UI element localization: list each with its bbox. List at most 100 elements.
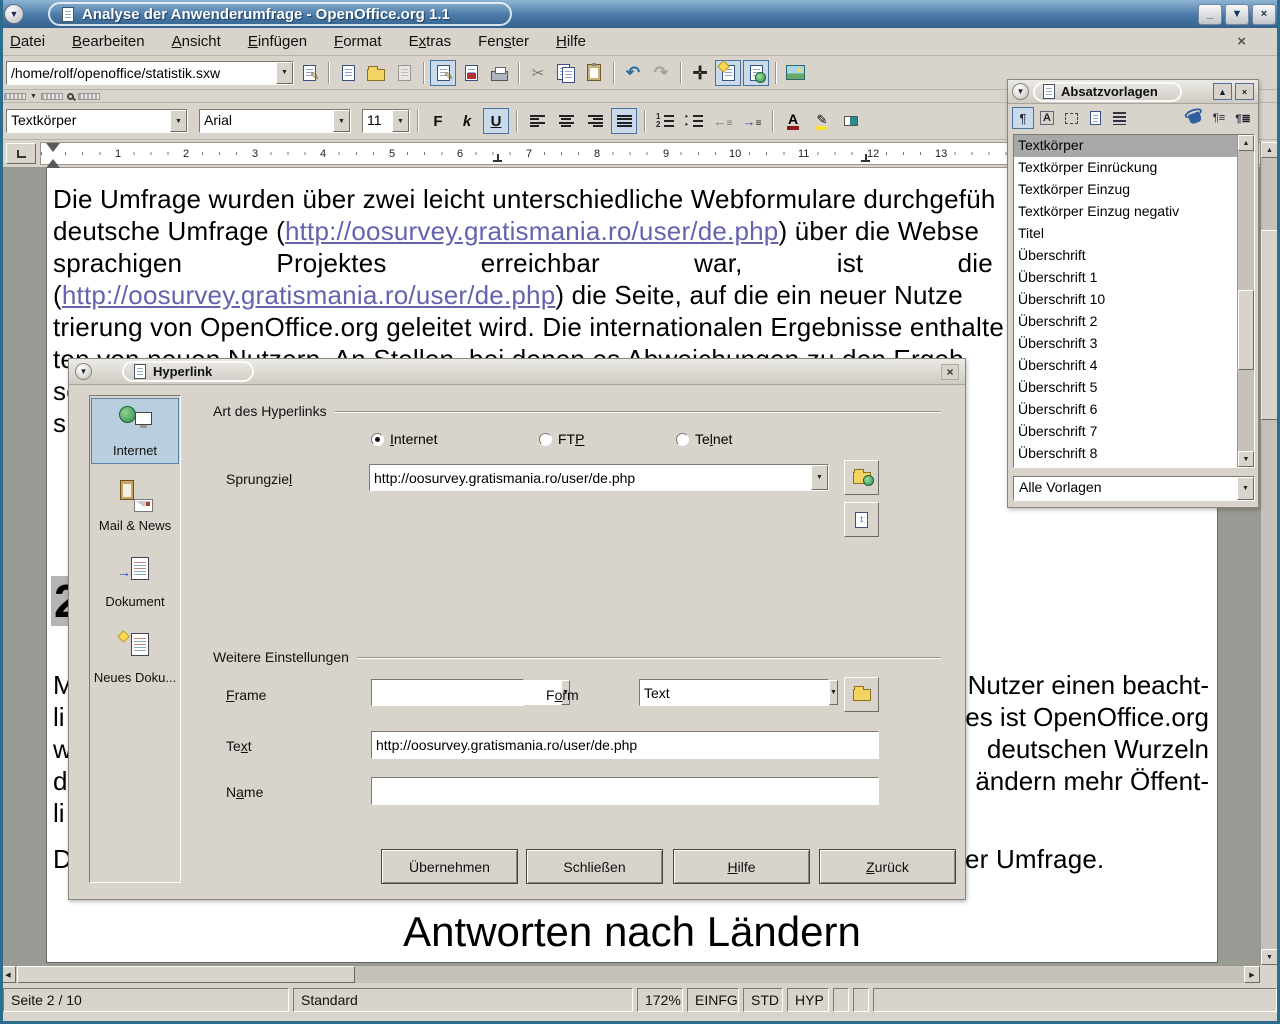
style-item[interactable]: Überschrift 2	[1014, 311, 1254, 333]
back-button[interactable]: Zurück	[819, 849, 956, 884]
scroll-up-button[interactable]: ▲	[1261, 142, 1278, 158]
style-item[interactable]: Überschrift 3	[1014, 333, 1254, 355]
copy-button[interactable]	[553, 60, 579, 86]
frame-styles-button[interactable]	[1060, 107, 1082, 129]
italic-button[interactable]: k	[454, 108, 480, 134]
name-input[interactable]	[372, 778, 878, 804]
underline-button[interactable]: U	[483, 108, 509, 134]
style-item[interactable]: Überschrift 1	[1014, 267, 1254, 289]
horizontal-scroll-thumb[interactable]	[17, 966, 355, 983]
menu-ansicht[interactable]: Ansicht	[172, 33, 221, 50]
menu-datei[interactable]: Datei	[10, 33, 45, 50]
update-style-button[interactable]: ¶≣	[1232, 107, 1254, 129]
stylist-button[interactable]	[743, 60, 769, 86]
scroll-left-button[interactable]: ◀	[0, 966, 16, 983]
highlight-button[interactable]: ✎	[809, 108, 835, 134]
paragraph-style-combo[interactable]: Textkörper	[6, 109, 188, 133]
dialog-close-button[interactable]: ×	[941, 364, 959, 380]
zoom-icon[interactable]	[67, 93, 74, 100]
scroll-thumb[interactable]	[1238, 290, 1254, 370]
print-button[interactable]	[486, 60, 512, 86]
style-item[interactable]: Überschrift 8	[1014, 443, 1254, 465]
numbered-list-button[interactable]: 12	[652, 108, 678, 134]
justify-button[interactable]	[611, 108, 637, 134]
status-selection-mode[interactable]: STD	[743, 988, 783, 1012]
toolbar-grip[interactable]	[4, 93, 26, 100]
menu-extras[interactable]: Extras	[409, 33, 452, 50]
gallery-button[interactable]	[782, 60, 808, 86]
text-input[interactable]	[372, 732, 878, 758]
stylist-menu-button[interactable]: ▼	[1012, 83, 1029, 100]
menu-fenster[interactable]: Fenster	[478, 33, 529, 50]
paste-button[interactable]	[581, 60, 607, 86]
radio-ftp[interactable]: FTP	[539, 431, 584, 447]
url-input[interactable]	[7, 62, 276, 84]
dialog-menu-button[interactable]: ▼	[75, 363, 92, 380]
style-item[interactable]: Überschrift 7	[1014, 421, 1254, 443]
style-dropdown-arrow[interactable]	[170, 110, 187, 132]
status-hyperlink-mode[interactable]: HYP	[787, 988, 829, 1012]
font-color-button[interactable]: A	[780, 108, 806, 134]
vertical-scroll-thumb[interactable]	[1261, 230, 1278, 420]
sidebar-item-mail-news[interactable]: Mail & News	[91, 474, 179, 538]
style-item[interactable]: Textkörper	[1014, 135, 1254, 157]
horizontal-scrollbar[interactable]: ◀ ▶	[0, 965, 1260, 983]
status-page-style[interactable]: Standard	[293, 988, 633, 1012]
menu-hilfe[interactable]: Hilfe	[556, 33, 586, 50]
status-page[interactable]: Seite 2 / 10	[3, 988, 289, 1012]
hyperlink-dialog-button[interactable]	[715, 60, 741, 86]
new-document-button[interactable]	[335, 60, 361, 86]
align-center-button[interactable]	[553, 108, 579, 134]
menu-einfuegen[interactable]: Einfügen	[248, 33, 307, 50]
sidebar-item-internet[interactable]: Internet	[91, 398, 179, 464]
bold-button[interactable]: F	[425, 108, 451, 134]
style-list-scrollbar[interactable]: ▲ ▼	[1237, 135, 1254, 467]
scroll-down-button[interactable]: ▼	[1261, 949, 1278, 965]
sidebar-item-dokument[interactable]: → Dokument	[91, 550, 179, 614]
fill-format-button[interactable]	[1184, 107, 1206, 129]
stylist-titlebar[interactable]: ▼ Absatzvorlagen ▲ ×	[1008, 80, 1258, 104]
close-button[interactable]: ×	[1252, 4, 1276, 25]
frame-input[interactable]	[372, 680, 561, 705]
form-input[interactable]	[640, 680, 829, 705]
edit-url-button[interactable]	[296, 60, 322, 86]
radio-internet[interactable]: Internet	[371, 431, 437, 447]
style-item[interactable]: Überschrift 6	[1014, 399, 1254, 421]
hyperlink-text[interactable]: http://oosurvey.gratismania.ro/user/de.p…	[285, 216, 779, 246]
help-button[interactable]: Hilfe	[673, 849, 810, 884]
close-button[interactable]: Schließen	[526, 849, 663, 884]
document-close-icon[interactable]: ×	[1237, 33, 1246, 50]
hyperlink-dialog-titlebar[interactable]: ▼ Hyperlink ×	[69, 359, 965, 385]
target-dropdown-arrow[interactable]	[811, 465, 828, 490]
open-button[interactable]	[363, 60, 389, 86]
apply-button[interactable]: Übernehmen	[381, 849, 518, 884]
status-insert-mode[interactable]: EINFG	[687, 988, 739, 1012]
target-in-document-button[interactable]	[844, 502, 879, 537]
url-dropdown-arrow[interactable]	[276, 62, 293, 84]
target-input[interactable]	[370, 465, 811, 490]
radio-telnet[interactable]: Telnet	[676, 431, 732, 447]
style-item[interactable]: Überschrift 4	[1014, 355, 1254, 377]
navigator-button[interactable]: ✛	[687, 60, 713, 86]
scroll-right-button[interactable]: ▶	[1244, 966, 1260, 983]
undo-button[interactable]: ↶	[620, 60, 646, 86]
vertical-scrollbar[interactable]: ▲ ▼	[1260, 142, 1278, 965]
align-left-button[interactable]	[524, 108, 550, 134]
page-styles-button[interactable]	[1084, 107, 1106, 129]
events-button[interactable]	[844, 677, 879, 712]
menu-bearbeiten[interactable]: Bearbeiten	[72, 33, 145, 50]
style-item[interactable]: Textkörper Einzug negativ	[1014, 201, 1254, 223]
numbering-styles-button[interactable]	[1108, 107, 1130, 129]
style-item[interactable]: Überschrift	[1014, 245, 1254, 267]
style-filter-combo[interactable]: Alle Vorlagen	[1013, 476, 1255, 501]
font-size-combo[interactable]: 11	[362, 109, 410, 133]
font-dropdown-arrow[interactable]	[333, 110, 350, 132]
style-item[interactable]: Überschrift 10	[1014, 289, 1254, 311]
tab-stop-marker[interactable]	[493, 156, 502, 162]
align-right-button[interactable]	[582, 108, 608, 134]
status-zoom[interactable]: 172%	[637, 988, 683, 1012]
menu-format[interactable]: Format	[334, 33, 382, 50]
style-item[interactable]: Titel	[1014, 223, 1254, 245]
background-color-button[interactable]	[838, 108, 864, 134]
left-indent-marker[interactable]	[46, 152, 60, 168]
